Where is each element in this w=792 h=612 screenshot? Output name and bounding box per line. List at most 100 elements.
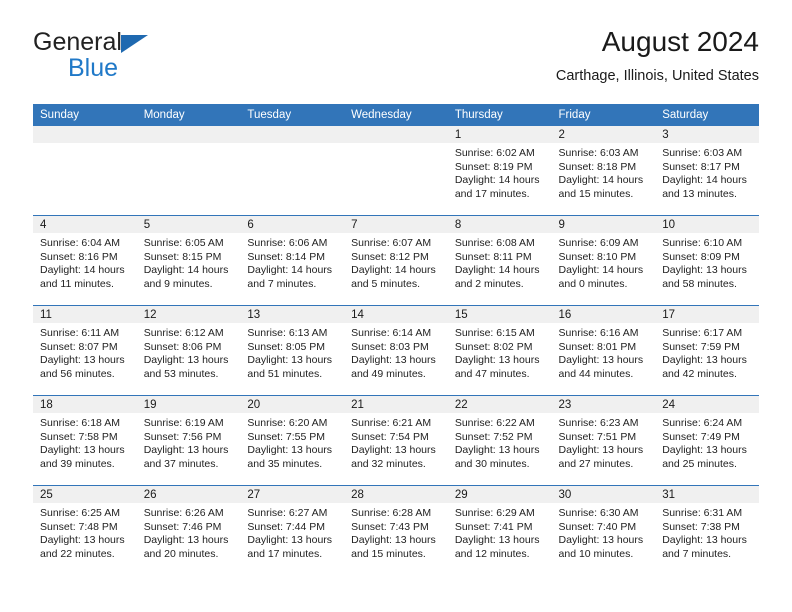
calendar-day-cell[interactable]: 3 Sunrise: 6:03 AM Sunset: 8:17 PM Daylight…	[655, 126, 759, 216]
calendar-day-cell[interactable]: 28 Sunrise: 6:28 AM Sunset: 7:43 PM Dayligh…	[344, 485, 448, 575]
daylight-text-line1: Daylight: 13 hours	[247, 354, 333, 367]
calendar-day-cell[interactable]: 25 Sunrise: 6:25 AM Sunset: 7:48 PM Dayligh…	[33, 485, 137, 575]
logo-top-row: General	[33, 30, 333, 58]
daylight-text-line2: and 22 minutes.	[40, 547, 115, 560]
sunrise-text: Sunrise: 6:31 AM	[662, 507, 743, 519]
sunset-text: Sunset: 7:55 PM	[247, 430, 326, 443]
day-details: Sunrise: 6:21 AM Sunset: 7:54 PM Daylight:…	[344, 413, 448, 471]
calendar-day-cell[interactable]	[33, 126, 137, 216]
calendar-day-cell[interactable]: 17 Sunrise: 6:17 AM Sunset: 7:59 PM Dayligh…	[655, 305, 759, 396]
sunrise-text: Sunrise: 6:24 AM	[662, 417, 743, 429]
day-cell-inner: 20 Sunrise: 6:20 AM Sunset: 7:55 PM Dayligh…	[240, 396, 345, 485]
calendar-day-cell[interactable]: 30 Sunrise: 6:30 AM Sunset: 7:40 PM Dayligh…	[551, 485, 656, 575]
day-details: Sunrise: 6:19 AM Sunset: 7:56 PM Daylight:…	[137, 413, 241, 471]
calendar-day-cell[interactable]: 10 Sunrise: 6:10 AM Sunset: 8:09 PM Dayligh…	[655, 215, 759, 306]
calendar-day-cell[interactable]: 19 Sunrise: 6:19 AM Sunset: 7:56 PM Dayligh…	[136, 395, 241, 486]
calendar-day-cell[interactable]: 8 Sunrise: 6:08 AM Sunset: 8:11 PM Daylight…	[447, 215, 552, 306]
sunrise-text: Sunrise: 6:30 AM	[558, 507, 639, 519]
sunset-text: Sunset: 7:54 PM	[351, 430, 429, 443]
calendar-day-cell[interactable]: 5 Sunrise: 6:05 AM Sunset: 8:15 PM Daylight…	[136, 215, 241, 306]
day-number: 7	[344, 216, 448, 233]
calendar-day-cell[interactable]: 4 Sunrise: 6:04 AM Sunset: 8:16 PM Daylight…	[33, 215, 137, 306]
day-cell-inner: 26 Sunrise: 6:26 AM Sunset: 7:46 PM Dayligh…	[136, 486, 241, 575]
day-cell-inner: 11 Sunrise: 6:11 AM Sunset: 8:07 PM Dayligh…	[33, 306, 137, 395]
day-cell-inner: 28 Sunrise: 6:28 AM Sunset: 7:43 PM Dayligh…	[344, 486, 448, 575]
sunset-text: Sunset: 7:49 PM	[662, 430, 740, 443]
calendar-day-cell[interactable]: 29 Sunrise: 6:29 AM Sunset: 7:41 PM Dayligh…	[447, 485, 552, 575]
daylight-text-line2: and 0 minutes.	[558, 277, 628, 290]
calendar-week-row: 25 Sunrise: 6:25 AM Sunset: 7:48 PM Dayligh…	[33, 485, 759, 575]
logo-text-blue: Blue	[68, 54, 119, 82]
sunset-text: Sunset: 7:40 PM	[558, 520, 637, 533]
calendar-day-cell[interactable]: 24 Sunrise: 6:24 AM Sunset: 7:49 PM Dayligh…	[655, 395, 759, 486]
sunrise-text: Sunrise: 6:06 AM	[247, 237, 328, 249]
calendar-day-cell[interactable]: 1 Sunrise: 6:02 AM Sunset: 8:19 PM Daylight…	[447, 126, 552, 216]
daylight-text-line2: and 37 minutes.	[143, 457, 219, 470]
day-number: 28	[344, 486, 448, 503]
weekday-header-sunday: Sunday	[33, 104, 137, 126]
sunset-text: Sunset: 7:48 PM	[40, 520, 118, 533]
sunrise-text: Sunrise: 6:15 AM	[454, 327, 535, 339]
sunset-text: Sunset: 7:41 PM	[454, 520, 533, 533]
sunrise-text: Sunrise: 6:14 AM	[351, 327, 432, 339]
sunset-text: Sunset: 8:02 PM	[454, 340, 533, 353]
calendar-day-cell[interactable]: 26 Sunrise: 6:26 AM Sunset: 7:46 PM Dayligh…	[136, 485, 241, 575]
day-details: Sunrise: 6:03 AM Sunset: 8:18 PM Daylight:…	[552, 143, 656, 201]
day-number: 15	[447, 306, 552, 323]
daylight-text-line2: and 15 minutes.	[558, 187, 634, 200]
calendar-day-cell[interactable]: 13 Sunrise: 6:13 AM Sunset: 8:05 PM Dayligh…	[240, 305, 345, 396]
day-cell-inner: 23 Sunrise: 6:23 AM Sunset: 7:51 PM Dayligh…	[551, 396, 656, 485]
sunset-text: Sunset: 7:38 PM	[662, 520, 740, 533]
day-details: Sunrise: 6:20 AM Sunset: 7:55 PM Daylight:…	[240, 413, 344, 471]
daylight-text-line1: Daylight: 13 hours	[247, 444, 333, 457]
sunset-text: Sunset: 8:19 PM	[454, 160, 533, 173]
sunrise-text: Sunrise: 6:09 AM	[558, 237, 639, 249]
day-cell-inner: 15 Sunrise: 6:15 AM Sunset: 8:02 PM Dayligh…	[447, 306, 552, 395]
day-number: 31	[655, 486, 759, 503]
triangle-icon	[120, 35, 148, 53]
calendar-day-cell[interactable]: 12 Sunrise: 6:12 AM Sunset: 8:06 PM Dayligh…	[136, 305, 241, 396]
sunrise-text: Sunrise: 6:28 AM	[351, 507, 432, 519]
weekday-header-thursday: Thursday	[447, 104, 552, 126]
calendar-day-cell[interactable]: 27 Sunrise: 6:27 AM Sunset: 7:44 PM Dayligh…	[240, 485, 345, 575]
calendar-day-cell[interactable]: 11 Sunrise: 6:11 AM Sunset: 8:07 PM Dayligh…	[33, 305, 137, 396]
sunrise-text: Sunrise: 6:02 AM	[454, 147, 535, 159]
day-details: Sunrise: 6:27 AM Sunset: 7:44 PM Daylight:…	[240, 503, 344, 561]
calendar-day-cell[interactable]: 18 Sunrise: 6:18 AM Sunset: 7:58 PM Dayligh…	[33, 395, 137, 486]
daylight-text-line2: and 12 minutes.	[454, 547, 530, 560]
calendar-header-row: Sunday Monday Tuesday Wednesday Thursday…	[33, 104, 759, 126]
calendar-day-cell[interactable]: 20 Sunrise: 6:20 AM Sunset: 7:55 PM Dayligh…	[240, 395, 345, 486]
calendar-day-cell[interactable]: 2 Sunrise: 6:03 AM Sunset: 8:18 PM Daylight…	[551, 126, 656, 216]
sunset-text: Sunset: 8:15 PM	[143, 250, 222, 263]
day-number: 22	[447, 396, 552, 413]
calendar-day-cell[interactable]: 15 Sunrise: 6:15 AM Sunset: 8:02 PM Dayligh…	[447, 305, 552, 396]
calendar-day-cell[interactable]: 16 Sunrise: 6:16 AM Sunset: 8:01 PM Dayligh…	[551, 305, 656, 396]
calendar-day-cell[interactable]: 7 Sunrise: 6:07 AM Sunset: 8:12 PM Daylight…	[344, 215, 448, 306]
calendar-day-cell[interactable]	[344, 126, 448, 216]
daylight-text-line2: and 51 minutes.	[247, 367, 323, 380]
calendar-day-cell[interactable]	[240, 126, 345, 216]
sunset-text: Sunset: 8:09 PM	[662, 250, 740, 263]
sunset-text: Sunset: 8:05 PM	[247, 340, 326, 353]
day-number: 5	[136, 216, 241, 233]
day-cell-inner: 6 Sunrise: 6:06 AM Sunset: 8:14 PM Daylight…	[240, 216, 345, 305]
general-blue-logo[interactable]: General Blue	[33, 30, 333, 81]
calendar-day-cell[interactable]: 22 Sunrise: 6:22 AM Sunset: 7:52 PM Dayligh…	[447, 395, 552, 486]
daylight-text-line2: and 53 minutes.	[143, 367, 219, 380]
sunset-text: Sunset: 8:18 PM	[558, 160, 637, 173]
calendar-day-cell[interactable]: 9 Sunrise: 6:09 AM Sunset: 8:10 PM Daylight…	[551, 215, 656, 306]
day-cell-inner: 27 Sunrise: 6:27 AM Sunset: 7:44 PM Dayligh…	[240, 486, 345, 575]
daylight-text-line2: and 56 minutes.	[40, 367, 115, 380]
calendar-day-cell[interactable]: 23 Sunrise: 6:23 AM Sunset: 7:51 PM Dayligh…	[551, 395, 656, 486]
sunrise-text: Sunrise: 6:03 AM	[662, 147, 743, 159]
calendar-day-cell[interactable]: 6 Sunrise: 6:06 AM Sunset: 8:14 PM Daylight…	[240, 215, 345, 306]
sunrise-text: Sunrise: 6:19 AM	[143, 417, 224, 429]
day-cell-inner: 29 Sunrise: 6:29 AM Sunset: 7:41 PM Dayligh…	[447, 486, 552, 575]
day-cell-inner: 7 Sunrise: 6:07 AM Sunset: 8:12 PM Daylight…	[344, 216, 448, 305]
day-cell-inner: 14 Sunrise: 6:14 AM Sunset: 8:03 PM Dayligh…	[344, 306, 448, 395]
calendar-day-cell[interactable]: 31 Sunrise: 6:31 AM Sunset: 7:38 PM Dayligh…	[655, 485, 759, 575]
calendar-day-cell[interactable]	[136, 126, 241, 216]
calendar-day-cell[interactable]: 14 Sunrise: 6:14 AM Sunset: 8:03 PM Dayligh…	[344, 305, 448, 396]
sunset-text: Sunset: 8:11 PM	[454, 250, 532, 263]
calendar-day-cell[interactable]: 21 Sunrise: 6:21 AM Sunset: 7:54 PM Dayligh…	[344, 395, 448, 486]
